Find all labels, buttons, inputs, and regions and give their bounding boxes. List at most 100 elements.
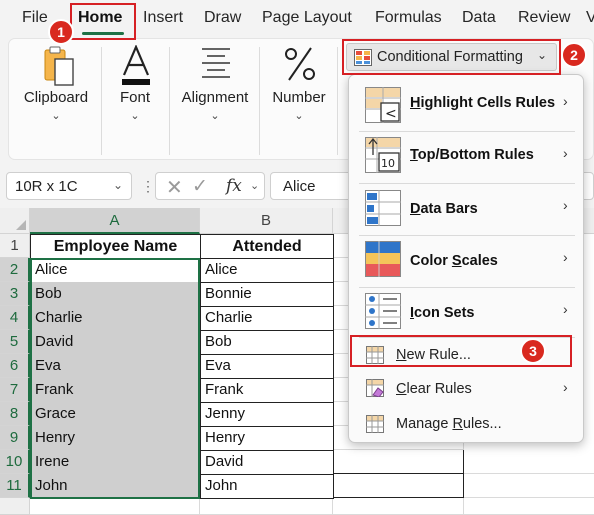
cell-a3[interactable]: Bob: [30, 282, 201, 307]
row-header[interactable]: 10: [0, 450, 30, 474]
column-header-a[interactable]: A: [30, 208, 200, 234]
font-color-icon: [122, 45, 150, 85]
top-bottom-rules-icon: 10: [365, 137, 401, 173]
cancel-icon[interactable]: ✕: [166, 175, 183, 200]
tab-insert[interactable]: Insert: [143, 9, 183, 27]
cell[interactable]: [464, 450, 594, 474]
cell-a11[interactable]: John: [30, 474, 201, 499]
cell-a5[interactable]: David: [30, 330, 201, 355]
tab-file[interactable]: File: [22, 9, 48, 27]
row-header[interactable]: 11: [0, 474, 30, 498]
cell[interactable]: [333, 450, 464, 474]
chevron-right-icon: ›: [563, 197, 568, 213]
svg-text:10: 10: [381, 157, 395, 170]
clipboard-group[interactable]: Clipboard ⌄: [13, 39, 99, 161]
conditional-formatting-menu: < Highlight Cells Rules › 10 Top/Bottom …: [348, 74, 584, 443]
cell-a2[interactable]: Alice: [30, 258, 201, 283]
cell-a7[interactable]: Frank: [30, 378, 201, 403]
cell[interactable]: [464, 498, 594, 515]
menu-item-new-rule[interactable]: New Rule...: [349, 339, 583, 371]
tab-review[interactable]: Review: [518, 9, 570, 27]
chevron-down-icon[interactable]: ⌄: [250, 179, 259, 192]
row-header[interactable]: 7: [0, 378, 30, 402]
cell[interactable]: [30, 498, 200, 515]
cell[interactable]: [200, 498, 333, 515]
cell[interactable]: [333, 474, 464, 498]
insert-function-icon[interactable]: fx: [226, 176, 242, 196]
cell-a4[interactable]: Charlie: [30, 306, 201, 331]
cell-b8[interactable]: Jenny: [200, 402, 334, 427]
cell-b4[interactable]: Charlie: [200, 306, 334, 331]
row-header[interactable]: 5: [0, 330, 30, 354]
tab-home[interactable]: Home: [78, 9, 122, 27]
menu-divider: [359, 183, 575, 184]
icon-sets-icon: [365, 293, 401, 329]
manage-rules-icon: [366, 415, 384, 433]
tab-data[interactable]: Data: [462, 9, 496, 27]
percent-icon: [285, 47, 315, 81]
row-header[interactable]: 1: [0, 234, 30, 258]
cell-a8[interactable]: Grace: [30, 402, 201, 427]
menu-bar: File Home Insert Draw Page Layout Formul…: [0, 0, 594, 36]
formula-controls: ✕ ✓ fx ⌄: [155, 172, 265, 200]
tab-view[interactable]: V: [586, 9, 594, 27]
menu-item-manage-rules[interactable]: Manage Rules...: [349, 409, 583, 441]
row-header[interactable]: 9: [0, 426, 30, 450]
menu-divider: [359, 287, 575, 288]
new-rule-icon: [366, 346, 384, 364]
cell-b9[interactable]: Henry: [200, 426, 334, 451]
menu-item-top-bottom-rules[interactable]: 10 Top/Bottom Rules ›: [349, 133, 583, 179]
active-tab-indicator: [82, 32, 124, 35]
number-label: Number: [272, 89, 326, 106]
font-group[interactable]: Font ⌄: [103, 39, 167, 161]
alignment-group[interactable]: Alignment ⌄: [173, 39, 257, 161]
row-header[interactable]: 6: [0, 354, 30, 378]
row-header[interactable]: [0, 498, 30, 515]
cell-b2[interactable]: Alice: [200, 258, 334, 283]
alignment-label: Alignment: [181, 89, 249, 106]
name-box-value: 10R x 1C: [15, 178, 78, 195]
conditional-formatting-icon: [354, 49, 372, 66]
chevron-right-icon: ›: [563, 301, 568, 317]
row-header[interactable]: 2: [0, 258, 30, 282]
select-all-corner[interactable]: [0, 208, 30, 234]
conditional-formatting-button[interactable]: Conditional Formatting ⌄: [346, 43, 557, 71]
step-badge-3: 3: [520, 338, 546, 364]
header-cell-attended[interactable]: Attended: [200, 234, 334, 259]
menu-item-highlight-cells-rules[interactable]: < Highlight Cells Rules ›: [349, 81, 583, 127]
cell-b7[interactable]: Frank: [200, 378, 334, 403]
formula-value: Alice: [283, 178, 316, 195]
cell-a10[interactable]: Irene: [30, 450, 201, 475]
menu-item-data-bars[interactable]: Data Bars ›: [349, 185, 583, 231]
confirm-icon[interactable]: ✓: [192, 175, 208, 198]
chevron-down-icon[interactable]: ⌄: [113, 178, 123, 192]
menu-divider: [359, 131, 575, 132]
menu-item-color-scales[interactable]: Color Scales ›: [349, 237, 583, 283]
row-header[interactable]: 3: [0, 282, 30, 306]
row-header[interactable]: 8: [0, 402, 30, 426]
menu-item-clear-rules[interactable]: Clear Rules ›: [349, 373, 583, 405]
menu-item-icon-sets[interactable]: Icon Sets ›: [349, 289, 583, 335]
more-options-icon[interactable]: ⋮: [141, 178, 155, 195]
cell-a9[interactable]: Henry: [30, 426, 201, 451]
chevron-down-icon: ⌄: [537, 48, 548, 62]
cell-a6[interactable]: Eva: [30, 354, 201, 379]
menu-divider: [359, 337, 575, 338]
cell-b11[interactable]: John: [200, 474, 334, 499]
cell-b5[interactable]: Bob: [200, 330, 334, 355]
cell-b6[interactable]: Eva: [200, 354, 334, 379]
row-header[interactable]: 4: [0, 306, 30, 330]
cell[interactable]: [464, 474, 594, 498]
tab-page-layout[interactable]: Page Layout: [262, 9, 352, 27]
chevron-right-icon: ›: [563, 145, 568, 161]
header-cell-employee-name[interactable]: Employee Name: [30, 234, 201, 259]
column-header-b[interactable]: B: [200, 208, 333, 234]
tab-formulas[interactable]: Formulas: [375, 9, 442, 27]
cell-b10[interactable]: David: [200, 450, 334, 475]
name-box[interactable]: 10R x 1C ⌄: [6, 172, 132, 200]
cell[interactable]: [333, 498, 464, 515]
chevron-down-icon: ⌄: [294, 110, 304, 122]
tab-draw[interactable]: Draw: [204, 9, 241, 27]
cell-b3[interactable]: Bonnie: [200, 282, 334, 307]
number-group[interactable]: Number ⌄: [263, 39, 335, 161]
